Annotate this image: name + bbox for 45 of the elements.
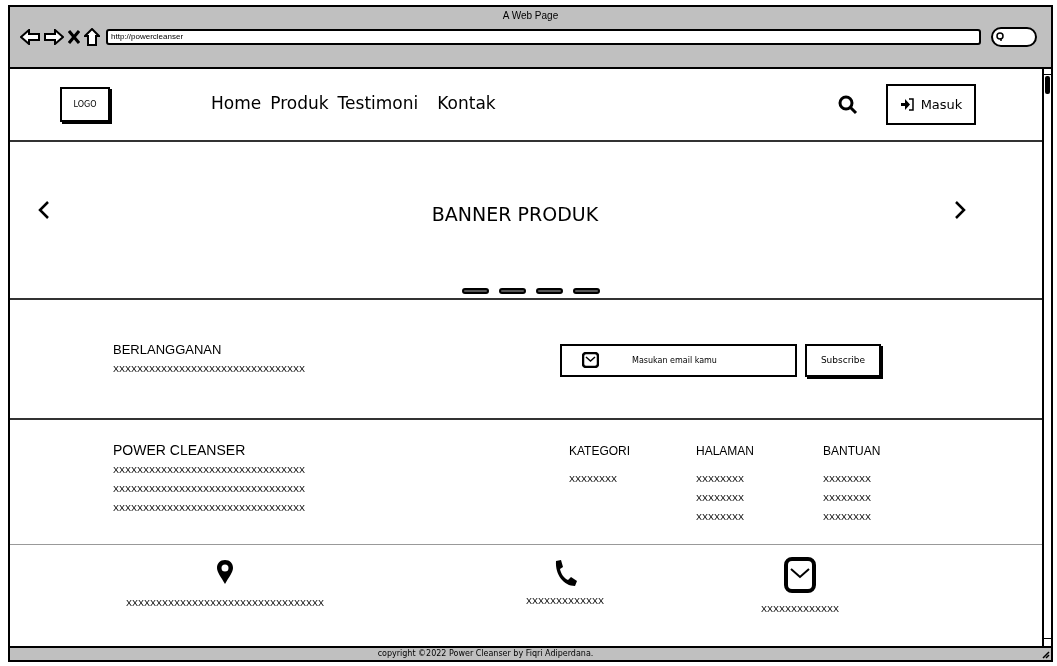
footer-link[interactable]: XXXXXXXX [569,470,696,489]
email-field[interactable]: Masukan email kamu [560,344,797,377]
location-pin-icon [216,559,234,585]
footer-link[interactable]: XXXXXXXX [823,489,950,508]
contact-text: XXXXXXXXXXXXXXXXXXXXXXXXXXXXXXXXX [125,597,325,610]
subscribe-button[interactable]: Subscribe [805,344,881,377]
nav-link[interactable]: Produk [270,90,329,117]
column-title: BANTUAN [823,443,882,460]
nav-link[interactable]: Kontak [437,90,496,117]
login-button[interactable]: Masuk [886,84,976,125]
chevron-right-icon[interactable] [954,200,966,220]
status-bar-text: copyright ©2022 Power Cleanser by Fiqri Adiperdana. [377,648,594,660]
back-icon[interactable] [20,29,40,45]
footer-link[interactable]: XXXXXXXX [696,470,823,489]
login-icon [899,98,915,111]
footer-link[interactable]: XXXXXXXX [696,489,823,508]
search-icon [996,32,1005,42]
column-title: KATEGORI [569,443,632,460]
nav-link[interactable]: Testimoni [337,90,419,117]
search-icon[interactable] [838,94,858,115]
brand-text: XXXXXXXXXXXXXXXXXXXXXXXXXXXXXXXX [113,483,307,496]
footer-link[interactable]: XXXXXXXX [823,508,950,527]
search-field[interactable] [991,27,1037,47]
window-title: A Web Page [502,9,559,23]
close-icon[interactable] [68,30,80,44]
brand-text: XXXXXXXXXXXXXXXXXXXXXXXXXXXXXXXX [113,502,307,515]
logo[interactable]: LOGO [60,87,110,122]
resize-grip-icon[interactable] [1042,651,1050,659]
email-icon [784,557,816,593]
footer-link[interactable]: XXXXXXXX [823,470,950,489]
forward-icon[interactable] [44,29,64,45]
nav-link[interactable]: Home [211,90,262,117]
footer-link[interactable]: XXXXXXXX [696,508,823,527]
home-icon[interactable] [84,28,100,46]
column-title: HALAMAN [696,443,755,460]
banner-title: BANNER PRODUK [431,201,599,227]
subscribe-text: XXXXXXXXXXXXXXXXXXXXXXXXXXXXXXXX [113,362,307,376]
email-icon [582,352,599,368]
chevron-left-icon[interactable] [38,200,50,220]
brand-text: XXXXXXXXXXXXXXXXXXXXXXXXXXXXXXXX [113,464,307,477]
brand-title: POWER CLEANSER [113,441,247,460]
contact-text: XXXXXXXXXXXXX [525,595,604,608]
subscribe-title: BERLANGGANAN [113,341,223,359]
address-field[interactable]: http://powercleanser [106,29,981,45]
contact-text: XXXXXXXXXXXXX [760,603,839,616]
